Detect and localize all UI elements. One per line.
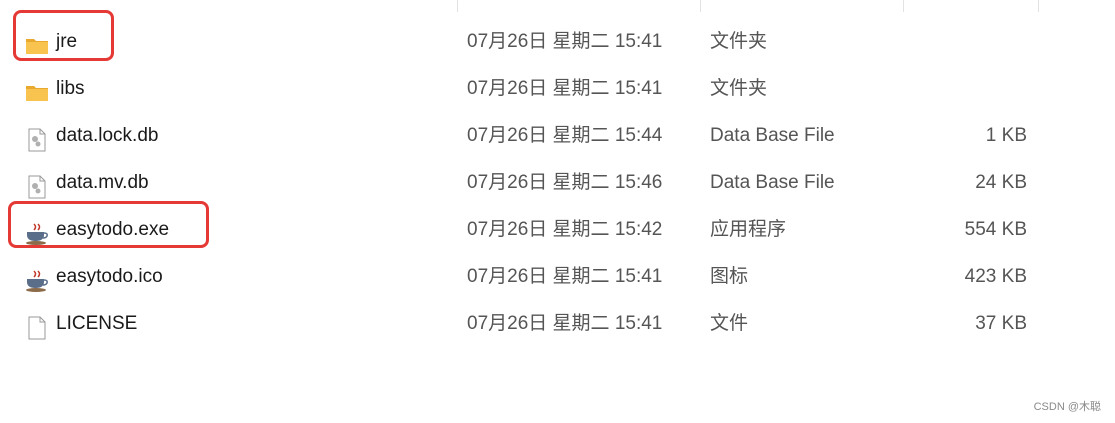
database-file-icon xyxy=(24,124,50,152)
icon-cell xyxy=(24,301,52,347)
file-modified: 07月26日 星期二 15:41 xyxy=(467,266,663,287)
file-name[interactable]: libs xyxy=(56,66,85,112)
icon-cell xyxy=(24,66,52,112)
file-row[interactable]: libs 07月26日 星期二 15:41 文件夹 xyxy=(0,66,1060,112)
file-type: Data Base File xyxy=(710,125,835,146)
file-type: 文件 xyxy=(710,313,749,334)
java-cup-icon xyxy=(24,265,50,292)
file-row[interactable]: LICENSE 07月26日 星期二 15:41 文件 37 KB xyxy=(0,301,1060,347)
file-row[interactable]: data.mv.db 07月26日 星期二 15:46 Data Base Fi… xyxy=(0,160,1060,206)
highlight-box-jre xyxy=(13,10,114,61)
file-size: 423 KB xyxy=(964,266,1027,287)
file-modified: 07月26日 星期二 15:42 xyxy=(467,219,663,240)
file-size: 24 KB xyxy=(975,172,1027,193)
file-row[interactable]: jre 07月26日 星期二 15:41 文件夹 xyxy=(0,19,1060,65)
file-type: 图标 xyxy=(710,266,749,287)
column-separator[interactable] xyxy=(903,0,904,12)
file-modified: 07月26日 星期二 15:41 xyxy=(467,78,663,99)
watermark: CSDN @木聪 xyxy=(1033,401,1101,413)
file-type: 文件夹 xyxy=(710,78,768,99)
folder-icon xyxy=(24,77,50,101)
file-modified: 07月26日 星期二 15:41 xyxy=(467,31,663,52)
icon-cell xyxy=(24,160,52,206)
file-name[interactable]: data.mv.db xyxy=(56,160,149,206)
highlight-box-easytodo-exe xyxy=(8,201,209,248)
file-name[interactable]: LICENSE xyxy=(56,301,137,347)
file-size: 37 KB xyxy=(975,313,1027,334)
blank-file-icon xyxy=(24,312,50,340)
file-size: 1 KB xyxy=(985,125,1027,146)
icon-cell xyxy=(24,113,52,159)
column-separator[interactable] xyxy=(700,0,701,12)
file-modified: 07月26日 星期二 15:41 xyxy=(467,313,663,334)
file-name[interactable]: easytodo.ico xyxy=(56,254,163,300)
file-row[interactable]: data.lock.db 07月26日 星期二 15:44 Data Base … xyxy=(0,113,1060,159)
file-type: Data Base File xyxy=(710,172,835,193)
file-type: 应用程序 xyxy=(710,219,787,240)
database-file-icon xyxy=(24,171,50,199)
icon-cell xyxy=(24,254,52,300)
column-separator[interactable] xyxy=(457,0,458,12)
file-size: 554 KB xyxy=(964,219,1027,240)
file-modified: 07月26日 星期二 15:44 xyxy=(467,125,663,146)
file-row[interactable]: easytodo.ico 07月26日 星期二 15:41 图标 423 KB xyxy=(0,254,1060,300)
column-separator[interactable] xyxy=(1038,0,1039,12)
file-modified: 07月26日 星期二 15:46 xyxy=(467,172,663,193)
file-type: 文件夹 xyxy=(710,31,768,52)
file-name[interactable]: data.lock.db xyxy=(56,113,158,159)
